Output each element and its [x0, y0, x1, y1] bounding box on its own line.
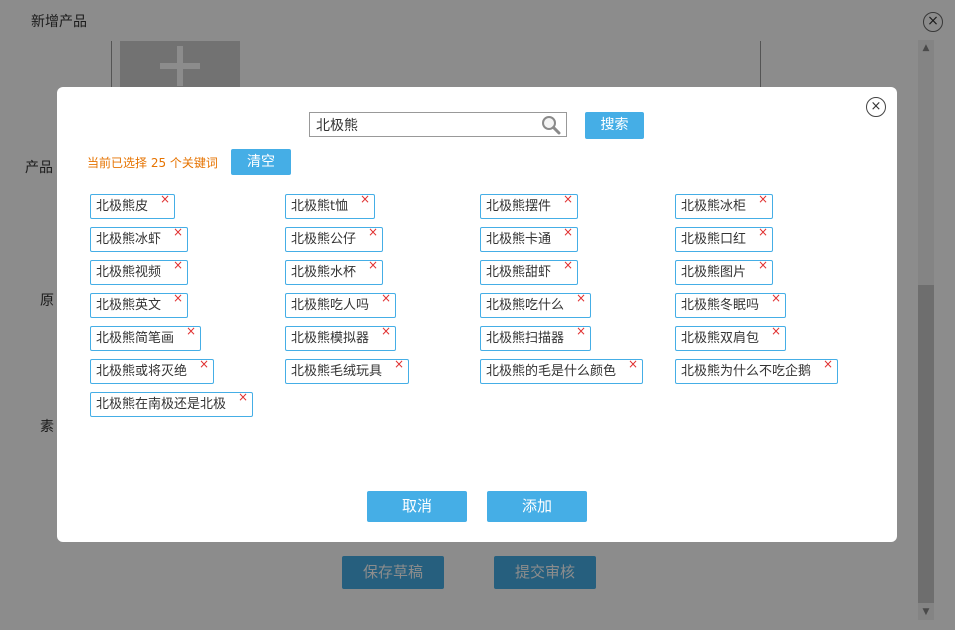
clear-button[interactable]: 清空: [231, 149, 291, 175]
keyword-tag: 北极熊或将灭绝 ×: [90, 357, 215, 384]
remove-tag-icon[interactable]: ×: [368, 222, 378, 242]
remove-tag-icon[interactable]: ×: [576, 321, 586, 341]
keyword-tag: 北极熊吃人吗 ×: [285, 291, 397, 318]
remove-tag-icon[interactable]: ×: [758, 255, 768, 275]
remove-tag-icon[interactable]: ×: [173, 255, 183, 275]
keyword-tag-label: 北极熊在南极还是北极: [96, 397, 227, 412]
remove-tag-icon[interactable]: ×: [823, 354, 833, 374]
remove-tag-icon[interactable]: ×: [771, 288, 781, 308]
keyword-tag: 北极熊模拟器 ×: [285, 324, 397, 351]
remove-tag-icon[interactable]: ×: [563, 222, 573, 242]
remove-tag-icon[interactable]: ×: [563, 255, 573, 275]
close-icon[interactable]: ×: [866, 97, 886, 117]
keyword-tag-label: 北极熊口红: [681, 232, 747, 247]
remove-tag-icon[interactable]: ×: [394, 354, 404, 374]
remove-tag-icon[interactable]: ×: [771, 321, 781, 341]
keyword-tag: 北极熊冰虾 ×: [90, 225, 189, 252]
keyword-tag: 北极熊公仔 ×: [285, 225, 384, 252]
keyword-tag-label: 北极熊甜虾: [486, 265, 552, 280]
keyword-tag: 北极熊在南极还是北极 ×: [90, 390, 254, 417]
keyword-tag-label: 北极熊冰柜: [681, 199, 747, 214]
keyword-tag-label: 北极熊毛绒玩具: [291, 364, 383, 379]
keyword-tag: 北极熊双肩包 ×: [675, 324, 787, 351]
keyword-tag-label: 北极熊吃什么: [486, 298, 565, 313]
search-icon[interactable]: [541, 115, 561, 135]
remove-tag-icon[interactable]: ×: [199, 354, 209, 374]
keyword-tag-label: 北极熊卡通: [486, 232, 552, 247]
keyword-tag-label: 北极熊公仔: [291, 232, 357, 247]
remove-tag-icon[interactable]: ×: [758, 222, 768, 242]
keyword-tag: 北极熊毛绒玩具 ×: [285, 357, 410, 384]
keyword-tag: 北极熊吃什么 ×: [480, 291, 592, 318]
keyword-tag-label: 北极熊冬眠吗: [681, 298, 760, 313]
keyword-tag: 北极熊图片 ×: [675, 258, 774, 285]
remove-tag-icon[interactable]: ×: [368, 255, 378, 275]
keyword-tag-label: 北极熊扫描器: [486, 331, 565, 346]
keyword-tag: 北极熊卡通 ×: [480, 225, 579, 252]
keyword-tag: 北极熊口红 ×: [675, 225, 774, 252]
remove-tag-icon[interactable]: ×: [186, 321, 196, 341]
remove-tag-icon[interactable]: ×: [360, 189, 370, 209]
remove-tag-icon[interactable]: ×: [381, 321, 391, 341]
keyword-tag: 北极熊皮 ×: [90, 192, 176, 219]
keyword-tag-label: 北极熊或将灭绝: [96, 364, 188, 379]
keyword-tag-label: 北极熊冰虾: [96, 232, 162, 247]
search-input[interactable]: [310, 113, 547, 136]
keyword-tag: 北极熊t恤 ×: [285, 192, 376, 219]
remove-tag-icon[interactable]: ×: [628, 354, 638, 374]
keyword-tag-label: 北极熊摆件: [486, 199, 552, 214]
keyword-modal: × 搜索 当前已选择 25 个关键词 清空 北极熊皮×北极熊t恤×北极熊摆件×北…: [57, 87, 897, 542]
keyword-tag-label: 北极熊英文: [96, 298, 162, 313]
remove-tag-icon[interactable]: ×: [563, 189, 573, 209]
keyword-tag-label: 北极熊简笔画: [96, 331, 175, 346]
remove-tag-icon[interactable]: ×: [576, 288, 586, 308]
remove-tag-icon[interactable]: ×: [381, 288, 391, 308]
remove-tag-icon[interactable]: ×: [160, 189, 170, 209]
keyword-tag: 北极熊扫描器 ×: [480, 324, 592, 351]
keyword-tag: 北极熊的毛是什么颜色 ×: [480, 357, 644, 384]
keyword-tag-label: 北极熊水杯: [291, 265, 357, 280]
keyword-tag: 北极熊简笔画 ×: [90, 324, 202, 351]
search-button[interactable]: 搜索: [585, 112, 644, 139]
keyword-tag: 北极熊甜虾 ×: [480, 258, 579, 285]
keyword-tag-label: 北极熊双肩包: [681, 331, 760, 346]
keyword-tag-label: 北极熊t恤: [291, 199, 349, 214]
keyword-tag-label: 北极熊的毛是什么颜色: [486, 364, 617, 379]
cancel-button[interactable]: 取消: [367, 491, 467, 522]
keyword-tag-label: 北极熊视频: [96, 265, 162, 280]
remove-tag-icon[interactable]: ×: [238, 387, 248, 407]
search-box: [309, 112, 567, 137]
remove-tag-icon[interactable]: ×: [173, 222, 183, 242]
remove-tag-icon[interactable]: ×: [173, 288, 183, 308]
keyword-tag-label: 北极熊皮: [96, 199, 149, 214]
keyword-tag: 北极熊水杯 ×: [285, 258, 384, 285]
keyword-tag: 北极熊视频 ×: [90, 258, 189, 285]
selected-count-text: 当前已选择 25 个关键词: [87, 156, 218, 170]
keyword-tag: 北极熊冬眠吗 ×: [675, 291, 787, 318]
keyword-tag: 北极熊英文 ×: [90, 291, 189, 318]
keyword-tag-label: 北极熊图片: [681, 265, 747, 280]
keyword-tag: 北极熊摆件 ×: [480, 192, 579, 219]
remove-tag-icon[interactable]: ×: [758, 189, 768, 209]
add-button[interactable]: 添加: [487, 491, 587, 522]
keyword-tag: 北极熊冰柜 ×: [675, 192, 774, 219]
keyword-tag-label: 北极熊模拟器: [291, 331, 370, 346]
keyword-tag: 北极熊为什么不吃企鹅 ×: [675, 357, 839, 384]
keyword-tag-label: 北极熊吃人吗: [291, 298, 370, 313]
keyword-tag-label: 北极熊为什么不吃企鹅: [681, 364, 812, 379]
